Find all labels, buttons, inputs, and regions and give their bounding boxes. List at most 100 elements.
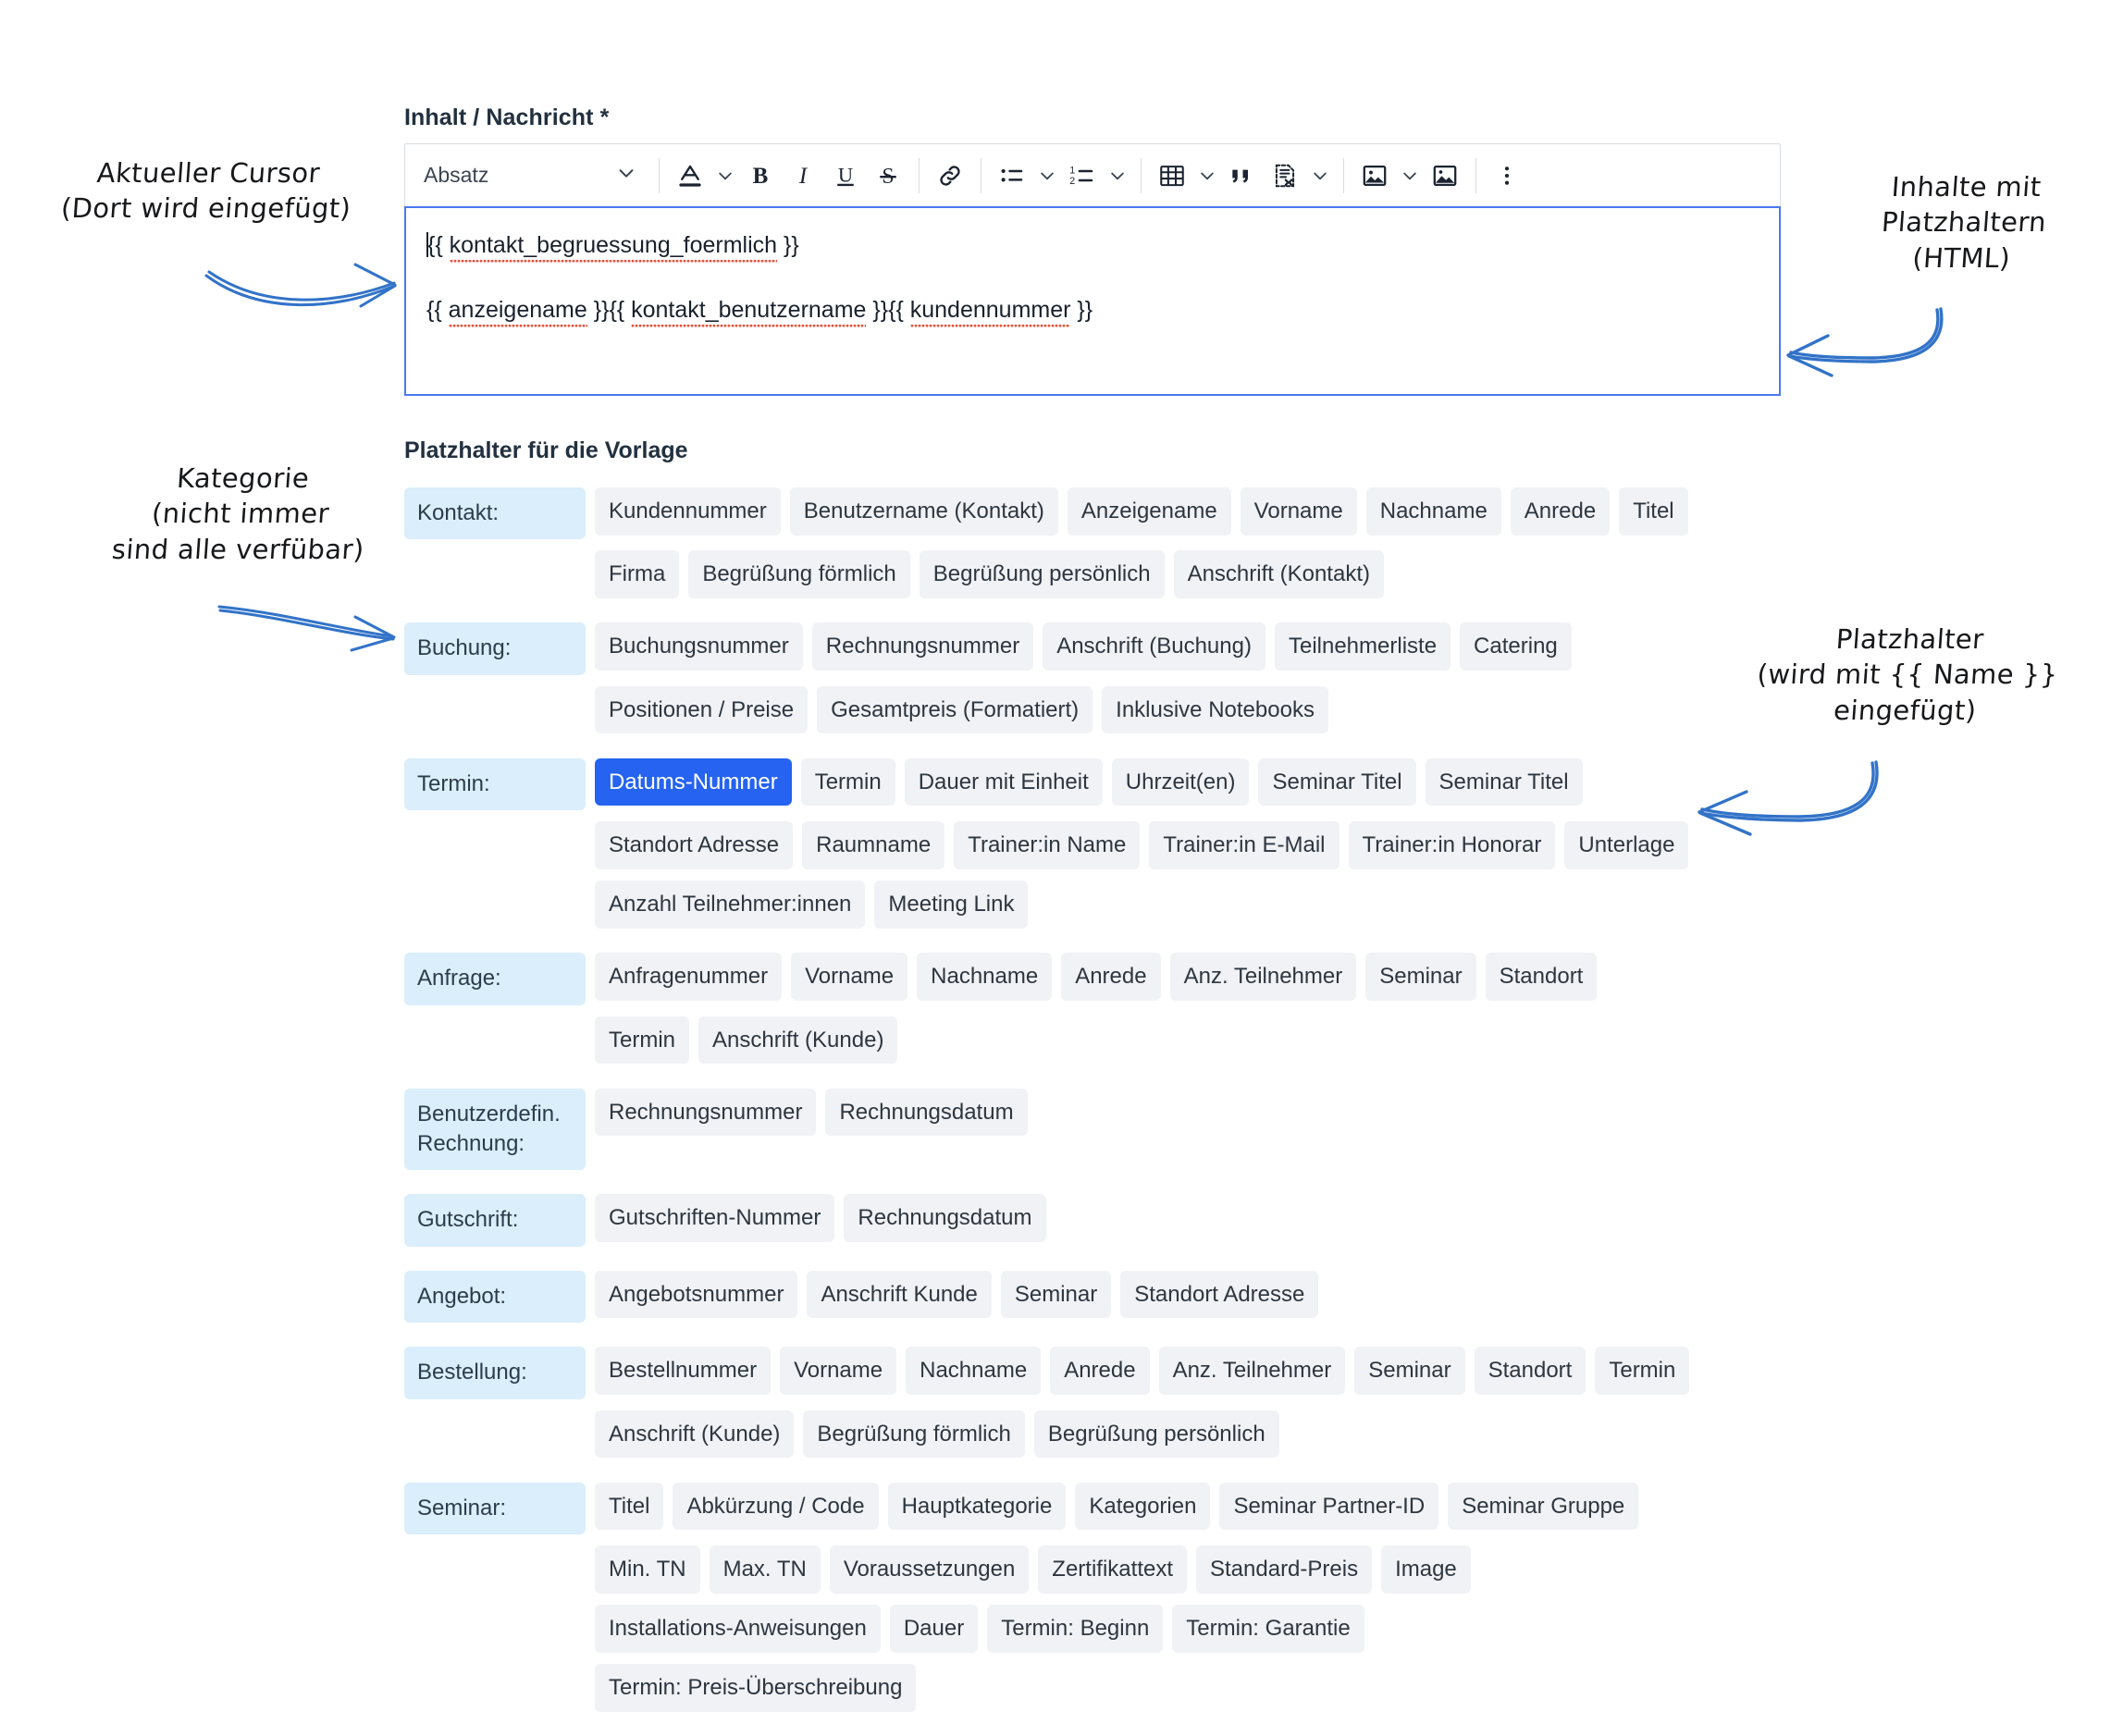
- placeholder-chip[interactable]: Anrede: [1061, 953, 1161, 1001]
- placeholder-chip[interactable]: Nachname: [906, 1347, 1042, 1395]
- table-icon[interactable]: [1151, 154, 1193, 198]
- placeholder-chip[interactable]: Image: [1381, 1545, 1471, 1594]
- placeholder-chip[interactable]: Trainer:in E-Mail: [1149, 821, 1339, 869]
- placeholder-chip[interactable]: Max. TN: [709, 1545, 821, 1594]
- placeholder-chip[interactable]: Anz. Teilnehmer: [1158, 1347, 1346, 1395]
- placeholder-chip[interactable]: Meeting Link: [874, 880, 1029, 929]
- placeholder-chip[interactable]: Seminar Titel: [1258, 757, 1416, 806]
- placeholder-chip[interactable]: Begrüßung persönlich: [1033, 1410, 1279, 1459]
- italic-button[interactable]: I: [782, 154, 824, 198]
- placeholder-chip[interactable]: Hauptkategorie: [887, 1482, 1067, 1531]
- placeholder-chip[interactable]: Seminar Partner-ID: [1219, 1482, 1439, 1531]
- numbered-list-icon[interactable]: 1 2: [1061, 154, 1104, 198]
- placeholder-chip[interactable]: Seminar: [1354, 1347, 1465, 1395]
- table-chevron-down-icon[interactable]: [1193, 154, 1221, 198]
- numbered-list-chevron-down-icon[interactable]: [1104, 154, 1131, 198]
- placeholder-chip[interactable]: Anrede: [1510, 487, 1611, 536]
- placeholder-chip[interactable]: Vorname: [1240, 487, 1357, 536]
- placeholder-chip[interactable]: Termin: Preis-Überschreibung: [595, 1663, 917, 1712]
- placeholder-chip[interactable]: Anschrift Kunde: [807, 1270, 992, 1319]
- placeholder-chip[interactable]: Kundennummer: [595, 487, 781, 536]
- image-icon[interactable]: [1353, 154, 1396, 198]
- placeholder-chip[interactable]: Unterlage: [1564, 821, 1689, 869]
- placeholder-chip[interactable]: Trainer:in Name: [954, 821, 1141, 869]
- placeholder-chip[interactable]: Trainer:in Honorar: [1348, 821, 1556, 869]
- placeholder-chip[interactable]: Buchungsnummer: [595, 622, 803, 671]
- placeholder-chip[interactable]: Bestellnummer: [595, 1347, 772, 1395]
- placeholder-chip[interactable]: Anfragenummer: [595, 953, 783, 1001]
- placeholder-chip[interactable]: Begrüßung förmlich: [803, 1410, 1025, 1459]
- placeholder-chip[interactable]: Rechnungsdatum: [844, 1194, 1046, 1242]
- placeholder-chip[interactable]: Rechnungsdatum: [825, 1088, 1028, 1137]
- placeholder-chip[interactable]: Vorname: [791, 953, 908, 1001]
- placeholder-chip[interactable]: Titel: [595, 1482, 664, 1531]
- placeholder-chip[interactable]: Raumname: [802, 821, 945, 869]
- placeholder-chip[interactable]: Standort: [1474, 1347, 1586, 1395]
- placeholder-chip[interactable]: Rechnungsnummer: [811, 622, 1034, 671]
- placeholder-chip[interactable]: Uhrzeit(en): [1111, 757, 1250, 806]
- placeholder-chip[interactable]: Anrede: [1050, 1347, 1150, 1395]
- placeholder-chip[interactable]: Nachname: [1365, 487, 1501, 536]
- placeholder-chip[interactable]: Anz. Teilnehmer: [1169, 953, 1357, 1001]
- placeholder-chip[interactable]: Termin: [595, 1016, 690, 1065]
- placeholder-chip[interactable]: Begrüßung förmlich: [688, 550, 910, 598]
- placeholder-chip[interactable]: Datums-Nummer: [595, 757, 792, 806]
- bullet-list-chevron-down-icon[interactable]: [1033, 154, 1061, 198]
- placeholder-chip[interactable]: Zertifikattext: [1038, 1545, 1187, 1594]
- placeholder-chip[interactable]: Termin: Garantie: [1172, 1604, 1364, 1653]
- placeholder-chip[interactable]: Standort: [1485, 953, 1598, 1001]
- placeholder-chip[interactable]: Anschrift (Kontakt): [1173, 550, 1384, 598]
- placeholder-chip[interactable]: Gutschriften-Nummer: [595, 1194, 835, 1242]
- bold-button[interactable]: B: [739, 154, 782, 198]
- image-chevron-down-icon[interactable]: [1396, 154, 1424, 198]
- media-icon[interactable]: [1424, 154, 1466, 198]
- more-options-icon[interactable]: [1486, 154, 1528, 198]
- strikethrough-button[interactable]: S: [867, 154, 909, 198]
- placeholder-chip[interactable]: Min. TN: [595, 1545, 700, 1594]
- block-style-select[interactable]: Absatz: [411, 154, 649, 198]
- underline-button[interactable]: U: [824, 154, 867, 198]
- placeholder-chip[interactable]: Teilnehmerliste: [1274, 622, 1451, 671]
- placeholder-chip[interactable]: Gesamtpreis (Formatiert): [817, 685, 1093, 734]
- placeholder-chip[interactable]: Anschrift (Kunde): [595, 1410, 795, 1459]
- placeholder-chip[interactable]: Kategorien: [1075, 1482, 1211, 1531]
- placeholder-chip[interactable]: Installations-Anweisungen: [595, 1604, 881, 1653]
- placeholder-chip[interactable]: Seminar Titel: [1425, 757, 1583, 806]
- placeholder-chip[interactable]: Positionen / Preise: [595, 685, 809, 734]
- placeholder-chip[interactable]: Benutzername (Kontakt): [789, 487, 1058, 536]
- code-block-icon[interactable]: [1264, 154, 1306, 198]
- placeholder-chip[interactable]: Nachname: [917, 953, 1053, 1001]
- placeholder-chip[interactable]: Dauer mit Einheit: [904, 757, 1103, 806]
- placeholder-chip[interactable]: Dauer: [889, 1604, 979, 1653]
- placeholder-chip[interactable]: Seminar: [1000, 1270, 1112, 1319]
- placeholder-chip[interactable]: Firma: [595, 550, 680, 598]
- text-color-chevron-down-icon[interactable]: [711, 154, 739, 198]
- placeholder-chip[interactable]: Anschrift (Kunde): [698, 1016, 898, 1065]
- link-icon[interactable]: [929, 154, 971, 198]
- placeholder-chip[interactable]: Termin: Beginn: [987, 1604, 1164, 1653]
- code-block-chevron-down-icon[interactable]: [1306, 154, 1334, 198]
- blockquote-icon[interactable]: [1221, 154, 1264, 198]
- placeholder-chip[interactable]: Catering: [1460, 622, 1572, 671]
- placeholder-chip[interactable]: Seminar Gruppe: [1448, 1482, 1639, 1531]
- placeholder-chip[interactable]: Standort Adresse: [1120, 1270, 1319, 1319]
- editor-content-area[interactable]: {{ kontakt_begruessung_foermlich }} {{ a…: [404, 206, 1781, 396]
- placeholder-chip[interactable]: Termin: [1595, 1347, 1690, 1395]
- bullet-list-icon[interactable]: [991, 154, 1033, 198]
- text-color-button[interactable]: [669, 154, 711, 198]
- placeholder-chip[interactable]: Seminar: [1365, 953, 1476, 1001]
- placeholder-chip[interactable]: Titel: [1619, 487, 1688, 536]
- placeholder-chip[interactable]: Voraussetzungen: [829, 1545, 1030, 1594]
- placeholder-chip[interactable]: Anzahl Teilnehmer:innen: [595, 880, 866, 929]
- placeholder-chip[interactable]: Rechnungsnummer: [595, 1088, 817, 1137]
- placeholder-chip[interactable]: Standort Adresse: [595, 821, 794, 869]
- placeholder-chip[interactable]: Abkürzung / Code: [673, 1482, 879, 1531]
- placeholder-chip[interactable]: Termin: [800, 757, 895, 806]
- placeholder-chip[interactable]: Angebotsnummer: [595, 1270, 798, 1319]
- placeholder-chip[interactable]: Anschrift (Buchung): [1043, 622, 1265, 671]
- placeholder-chip[interactable]: Inklusive Notebooks: [1102, 685, 1328, 734]
- placeholder-chip[interactable]: Vorname: [780, 1347, 897, 1395]
- placeholder-chip[interactable]: Anzeigename: [1067, 487, 1231, 536]
- placeholder-chip[interactable]: Standard-Preis: [1196, 1545, 1373, 1594]
- placeholder-chip[interactable]: Begrüßung persönlich: [919, 550, 1165, 598]
